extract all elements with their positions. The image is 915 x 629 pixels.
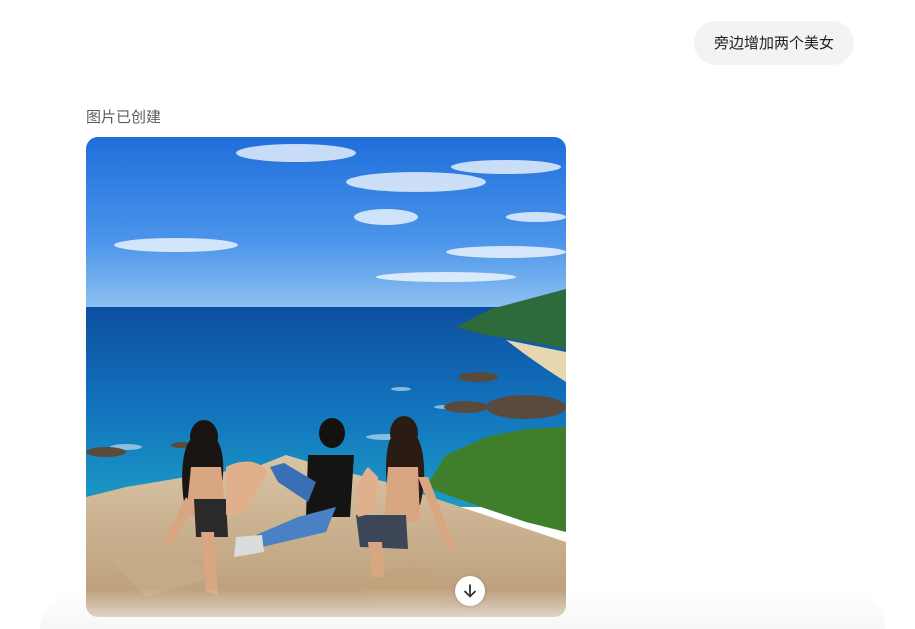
chat-page: 旁边增加两个美女 图片已创建 [0, 0, 915, 629]
generated-image-canvas [86, 137, 566, 617]
user-message-bubble: 旁边增加两个美女 [694, 21, 854, 65]
generated-image[interactable] [86, 137, 566, 617]
user-message-text: 旁边增加两个美女 [713, 34, 834, 52]
assistant-caption: 图片已创建 [86, 108, 162, 126]
composer-fade [40, 589, 885, 629]
